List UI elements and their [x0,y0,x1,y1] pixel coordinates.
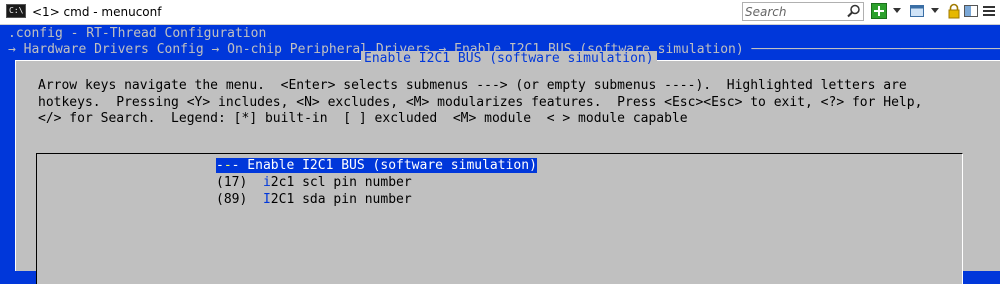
menu-list: --- Enable I2C1 BUS (software simulation… [36,153,963,284]
menu-item-hotkey: I [262,192,271,207]
console-icon[interactable]: C:\ [6,4,26,18]
search-box[interactable] [742,2,864,21]
panels-icon[interactable] [963,3,979,19]
dialog-title: Enable I2C1 BUS (software simulation) [361,51,657,66]
search-input[interactable] [745,4,845,19]
terminal[interactable]: .config - RT-Thread Configuration → Hard… [0,25,1000,284]
title-bar: C:\ <1> cmd - menuconf [0,0,1000,25]
menu-item-prefix: (89) [216,192,263,207]
search-icon[interactable] [847,4,861,18]
view-dropdown-icon[interactable] [931,8,939,13]
menu-item-label: 2C1 sda pin number [270,192,412,207]
window-icon[interactable] [909,3,925,19]
plus-icon[interactable] [871,3,887,19]
menuconfig-dialog: Enable I2C1 BUS (software simulation) Ar… [15,51,1000,284]
hamburger-icon[interactable] [981,3,997,19]
menu-item-label: - Enable I2C1 BUS (software simulation) [231,158,537,173]
menu-item-hotkey: - [223,158,232,173]
menu-item-enable-i2c1[interactable]: --- Enable I2C1 BUS (software simulation… [216,158,537,173]
menu-item-scl-pin[interactable]: (17) i2c1 scl pin number [216,175,412,190]
lock-icon[interactable] [946,3,962,19]
new-tab-dropdown-icon[interactable] [893,8,901,13]
menu-item-label: 2c1 scl pin number [270,175,412,190]
help-line: hotkeys. Pressing <Y> includes, <N> excl… [38,94,923,110]
window-title: <1> cmd - menuconf [32,5,162,19]
config-title: .config - RT-Thread Configuration [8,26,267,41]
help-line: Arrow keys navigate the menu. <Enter> se… [38,78,907,93]
help-line: </> for Search. Legend: [*] built-in [ ]… [38,111,688,127]
menu-item-prefix: (17) [216,175,263,190]
menu-item-hotkey: i [262,175,271,190]
help-text: Arrow keys navigate the menu. <Enter> se… [38,78,922,128]
menu-item-sda-pin[interactable]: (89) I2C1 sda pin number [216,192,412,207]
menu-item-prefix: - [216,158,224,173]
